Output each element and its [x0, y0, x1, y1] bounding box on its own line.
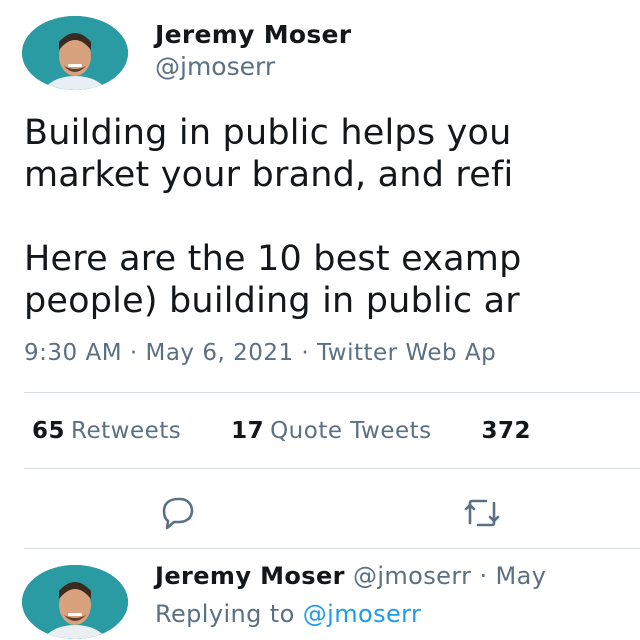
reply-button[interactable]	[158, 495, 198, 531]
reply-author-avatar[interactable]	[22, 565, 128, 639]
author-handle[interactable]: @jmoserr	[155, 52, 275, 81]
avatar-photo	[22, 16, 128, 90]
author-avatar[interactable]	[22, 16, 128, 90]
divider	[24, 548, 640, 549]
likes-stat[interactable]: 372	[481, 418, 531, 444]
author-name[interactable]: Jeremy Moser	[155, 20, 351, 49]
tweet-stats: 65 Retweets 17 Quote Tweets 372	[32, 418, 573, 444]
retweet-icon	[464, 499, 500, 527]
quote-tweets-count: 17	[231, 418, 265, 444]
tweet-timestamp[interactable]: 9:30 AM · May 6, 2021 · Twitter Web Ap	[24, 340, 496, 366]
tweet-text-line: people) building in public ar	[24, 281, 520, 321]
avatar-photo	[22, 565, 128, 639]
replying-to-label: Replying to	[155, 600, 295, 628]
replying-to: Replying to @jmoserr	[155, 600, 421, 628]
quote-tweets-label: Quote Tweets	[270, 418, 432, 444]
retweets-stat[interactable]: 65 Retweets	[32, 418, 181, 444]
reply-icon	[162, 497, 194, 530]
divider	[24, 392, 640, 393]
retweets-count: 65	[32, 418, 66, 444]
reply-author-meta[interactable]: @jmoserr · May	[353, 562, 546, 590]
retweet-button[interactable]	[460, 495, 504, 531]
retweets-label: Retweets	[71, 418, 182, 444]
reply-author-name[interactable]: Jeremy Moser	[155, 562, 345, 590]
likes-count: 372	[481, 418, 531, 444]
tweet-text-line: Building in public helps you	[24, 113, 512, 153]
reply-header: Jeremy Moser @jmoserr · May	[155, 562, 546, 590]
tweet-text: Building in public helps you market your…	[24, 112, 522, 322]
tweet-text-line: Here are the 10 best examp	[24, 239, 522, 279]
quote-tweets-stat[interactable]: 17 Quote Tweets	[231, 418, 432, 444]
divider	[24, 468, 640, 469]
tweet-text-line: market your brand, and refi	[24, 155, 514, 195]
replying-to-handle[interactable]: @jmoserr	[303, 600, 422, 628]
